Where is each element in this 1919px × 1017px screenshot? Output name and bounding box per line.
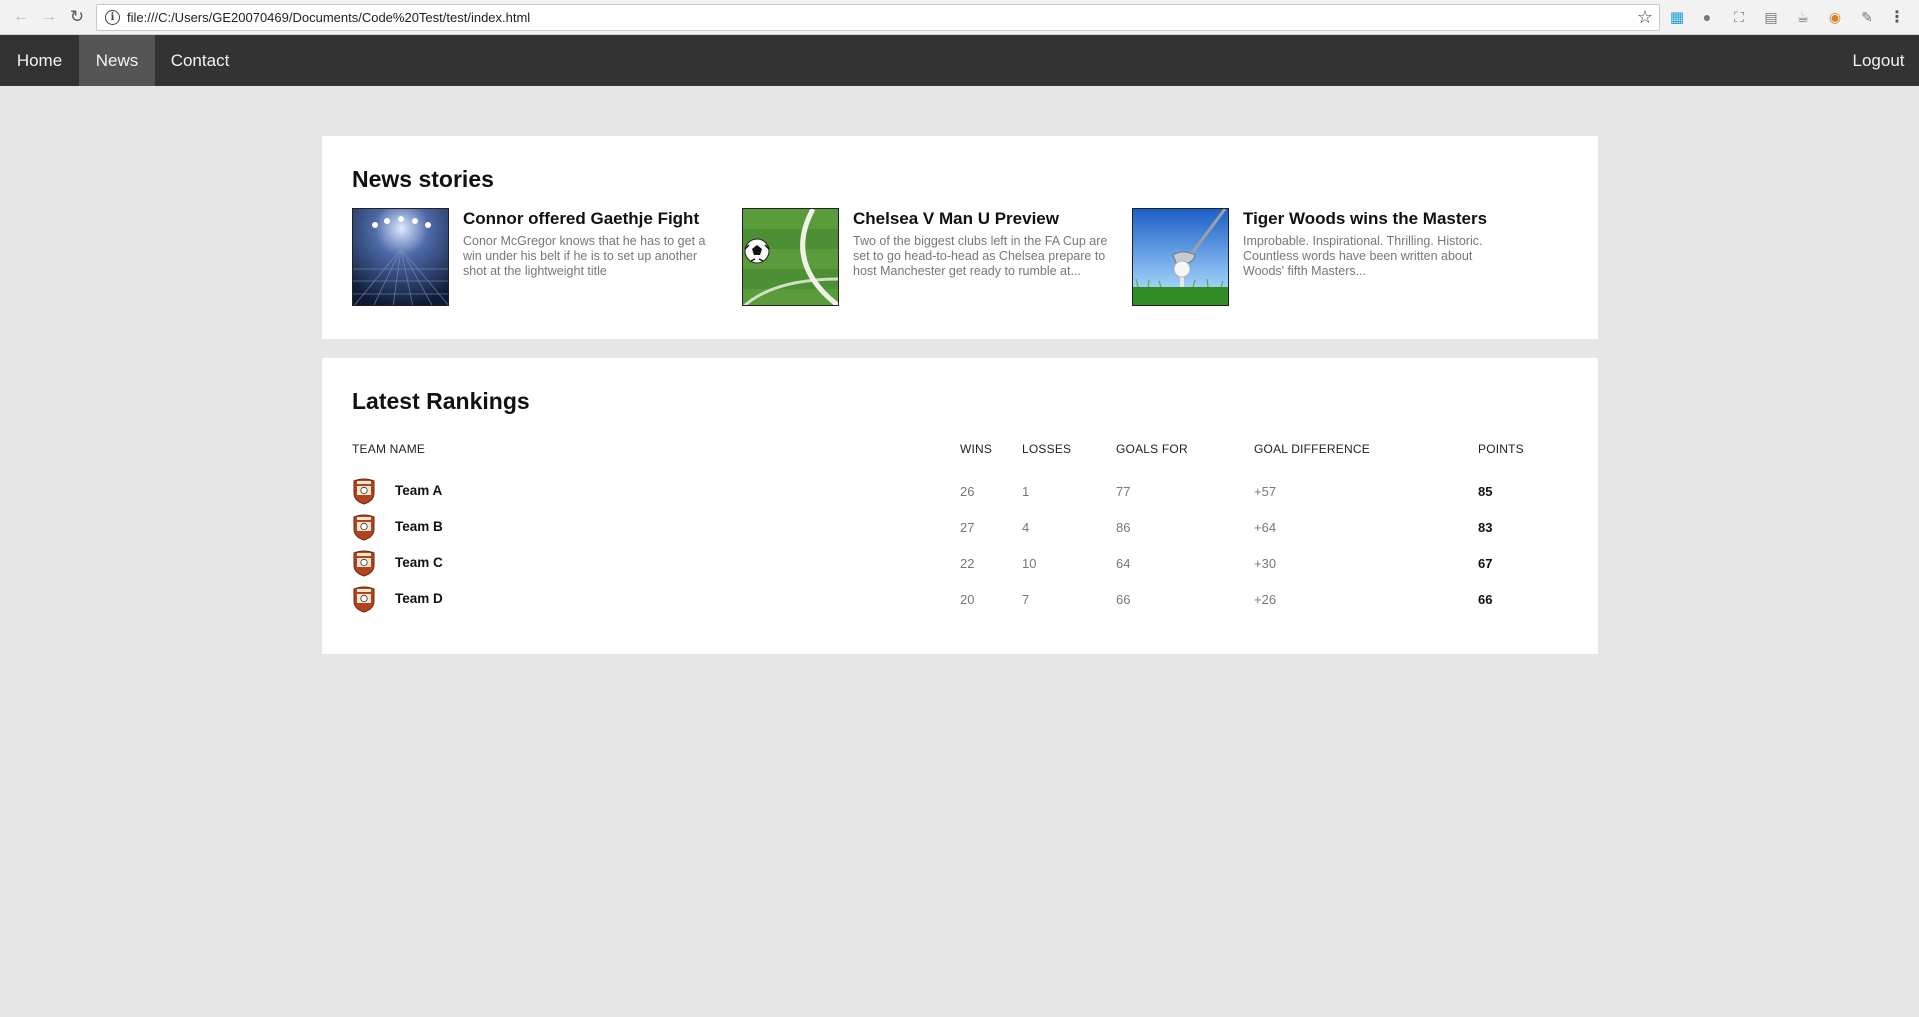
reload-icon[interactable]: ↻ — [66, 6, 88, 28]
table-row[interactable]: Team D 20 7 66 +26 66 — [352, 586, 1572, 622]
team-crest-icon — [353, 478, 375, 505]
wins-cell: 20 — [960, 592, 975, 607]
circle-extension-icon[interactable]: ● — [1698, 8, 1716, 26]
nav-logout[interactable]: Logout — [1838, 35, 1919, 86]
wins-cell: 26 — [960, 484, 975, 499]
image-extension-icon[interactable]: ▤ — [1762, 8, 1780, 26]
bookmark-star-icon[interactable]: ☆ — [1637, 7, 1653, 28]
col-goal-difference: GOAL DIFFERENCE — [1254, 442, 1370, 456]
story-headline[interactable]: Connor offered Gaethje Fight — [463, 209, 699, 229]
back-arrow-icon[interactable]: ← — [10, 6, 32, 28]
points-cell: 83 — [1478, 520, 1493, 535]
goal-difference-cell: +64 — [1254, 520, 1277, 535]
info-icon[interactable]: i — [105, 10, 120, 25]
table-row[interactable]: Team B 27 4 86 +64 83 — [352, 514, 1572, 550]
goal-difference-cell: +30 — [1254, 556, 1277, 571]
team-crest-icon — [353, 550, 375, 577]
rankings-card: Latest Rankings TEAM NAME WINS LOSSES GO… — [322, 358, 1598, 654]
team-name[interactable]: Team A — [395, 483, 442, 498]
story-summary: Improbable. Inspirational. Thrilling. Hi… — [1243, 234, 1483, 278]
wins-cell: 22 — [960, 556, 975, 571]
col-goals-for: GOALS FOR — [1116, 442, 1188, 456]
col-losses: LOSSES — [1022, 442, 1072, 456]
pen-extension-icon[interactable]: ✎ — [1858, 8, 1876, 26]
col-team-name: TEAM NAME — [352, 442, 426, 456]
wins-cell: 27 — [960, 520, 975, 535]
stadium-lights-image[interactable] — [352, 208, 449, 306]
goals-for-cell: 77 — [1116, 484, 1131, 499]
points-cell: 66 — [1478, 592, 1493, 607]
lock-extension-icon[interactable]: ◉ — [1826, 8, 1844, 26]
story-headline[interactable]: Chelsea V Man U Preview — [853, 209, 1059, 229]
story-summary: Two of the biggest clubs left in the FA … — [853, 234, 1108, 278]
news-title: News stories — [352, 166, 494, 192]
goal-difference-cell: +57 — [1254, 484, 1277, 499]
news-story[interactable]: Tiger Woods wins the Masters Improbable.… — [1132, 208, 1512, 308]
news-story[interactable]: Connor offered Gaethje Fight Conor McGre… — [352, 208, 732, 308]
nav-home[interactable]: Home — [0, 35, 79, 86]
browser-menu-icon[interactable]: ⋮ — [1888, 8, 1906, 26]
goals-for-cell: 86 — [1116, 520, 1131, 535]
browser-toolbar: ← → ↻ i file:///C:/Users/GE20070469/Docu… — [0, 0, 1919, 35]
story-headline[interactable]: Tiger Woods wins the Masters — [1243, 209, 1487, 229]
team-name[interactable]: Team C — [395, 555, 443, 570]
nav-news[interactable]: News — [79, 35, 155, 86]
goals-for-cell: 64 — [1116, 556, 1131, 571]
address-bar[interactable]: i file:///C:/Users/GE20070469/Documents/… — [96, 4, 1660, 31]
news-story[interactable]: Chelsea V Man U Preview Two of the bigge… — [742, 208, 1122, 308]
team-crest-icon — [353, 514, 375, 541]
cup-extension-icon[interactable]: ☕ — [1794, 8, 1812, 26]
rankings-title: Latest Rankings — [352, 388, 530, 414]
table-row[interactable]: Team A 26 1 77 +57 85 — [352, 478, 1572, 514]
losses-cell: 4 — [1022, 520, 1030, 535]
points-cell: 67 — [1478, 556, 1493, 571]
points-cell: 85 — [1478, 484, 1493, 499]
story-summary: Conor McGregor knows that he has to get … — [463, 234, 706, 278]
goals-for-cell: 66 — [1116, 592, 1131, 607]
losses-cell: 7 — [1022, 592, 1030, 607]
team-name[interactable]: Team B — [395, 519, 443, 534]
screenshot-extension-icon[interactable]: ⛶ — [1730, 8, 1748, 26]
goal-difference-cell: +26 — [1254, 592, 1277, 607]
col-wins: WINS — [960, 442, 993, 456]
address-url[interactable]: file:///C:/Users/GE20070469/Documents/Co… — [127, 10, 530, 25]
losses-cell: 10 — [1022, 556, 1037, 571]
forward-arrow-icon[interactable]: → — [38, 6, 60, 28]
table-row[interactable]: Team C 22 10 64 +30 67 — [352, 550, 1572, 586]
col-points: POINTS — [1478, 442, 1524, 456]
team-crest-icon — [353, 586, 375, 613]
news-card: News stories Connor offered Gaethje Figh… — [322, 136, 1598, 339]
site-navbar: Home News Contact Logout — [0, 35, 1919, 86]
team-name[interactable]: Team D — [395, 591, 443, 606]
football-pitch-image[interactable] — [742, 208, 839, 306]
golf-ball-image[interactable] — [1132, 208, 1229, 306]
windows-extension-icon[interactable]: ▦ — [1668, 8, 1686, 26]
nav-contact[interactable]: Contact — [155, 35, 245, 86]
losses-cell: 1 — [1022, 484, 1030, 499]
